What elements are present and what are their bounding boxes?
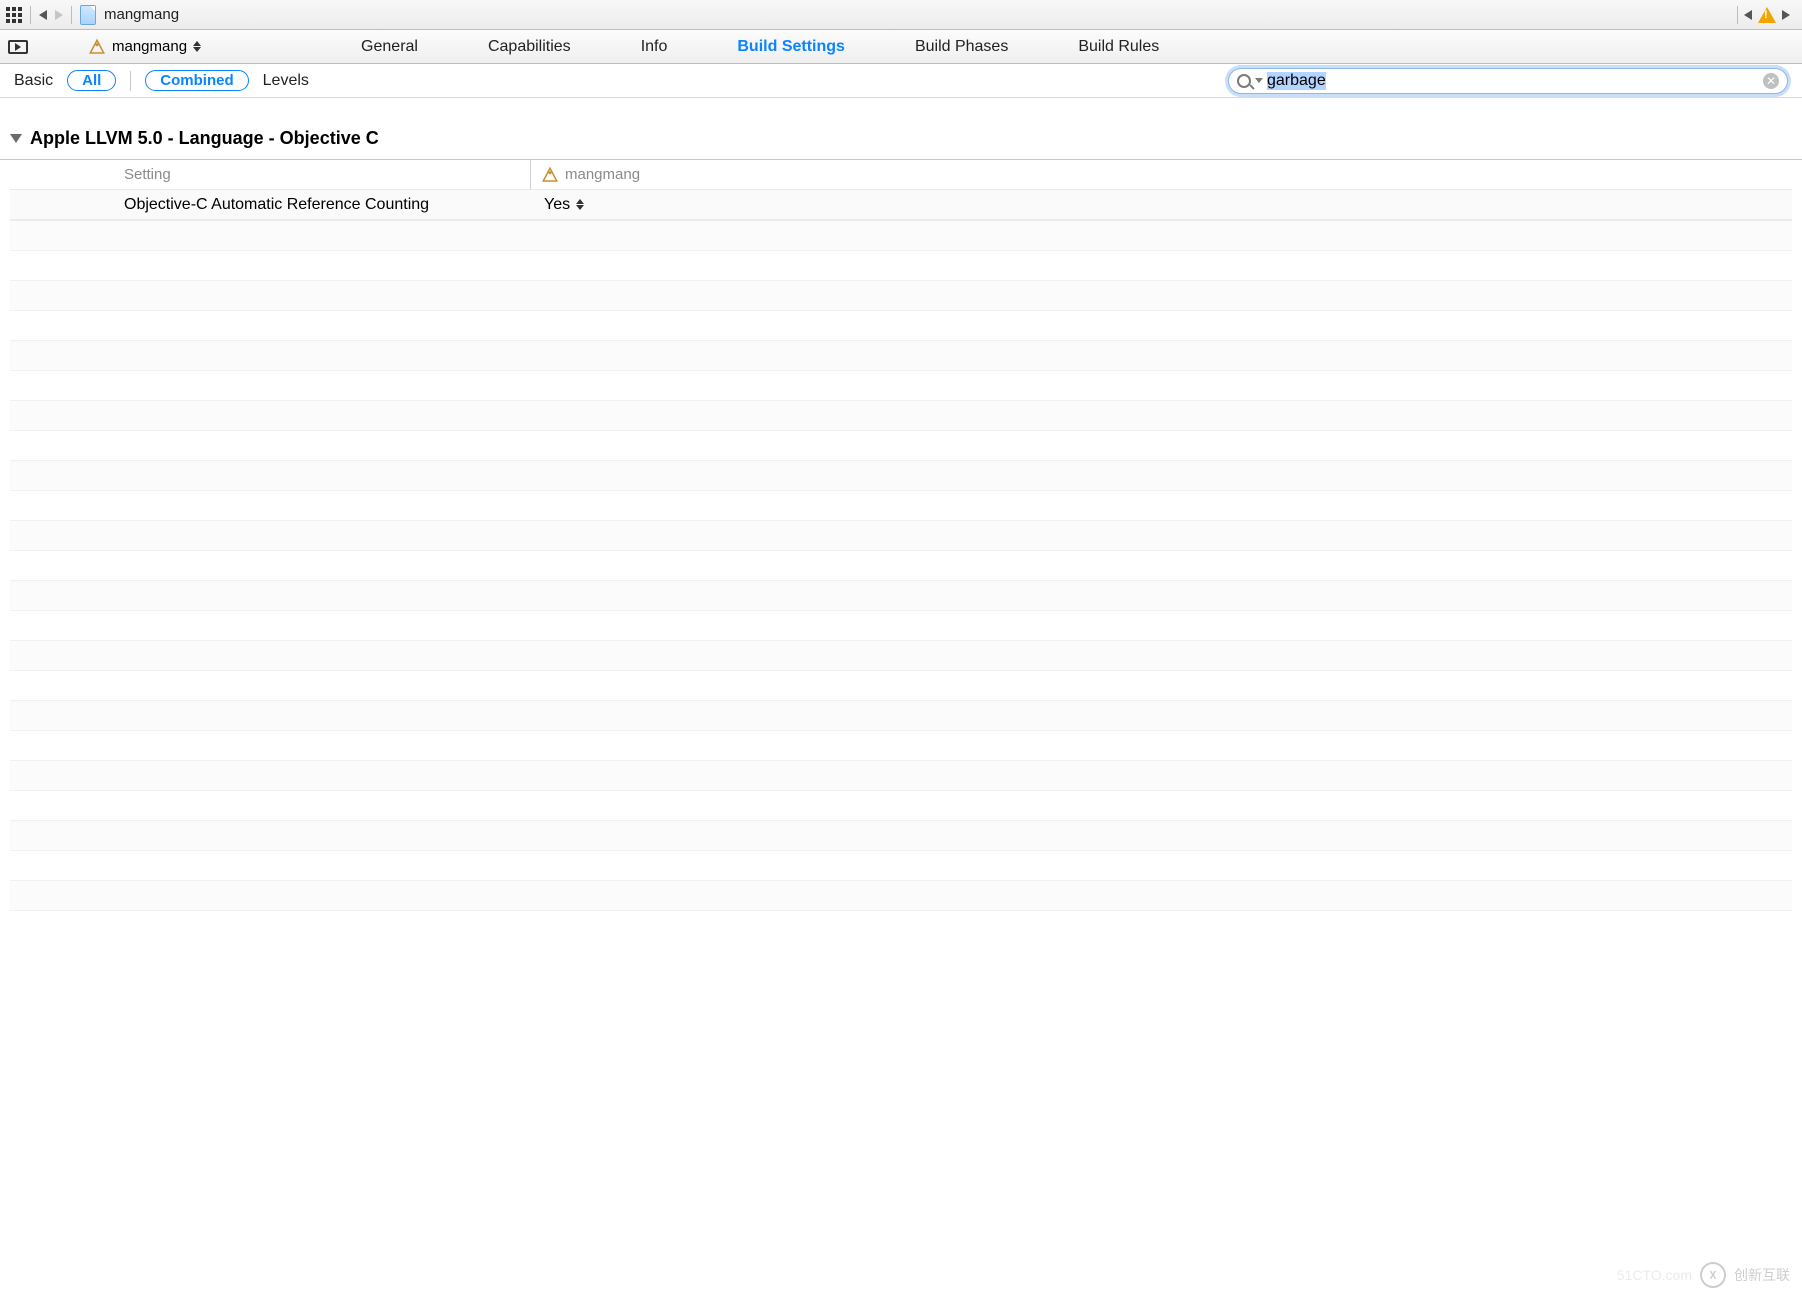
project-file-icon (80, 5, 96, 25)
empty-row (10, 641, 1792, 671)
related-items-icon[interactable] (6, 7, 22, 23)
tabs-group: General Capabilities Info Build Settings… (361, 34, 1159, 60)
target-icon[interactable] (8, 40, 28, 54)
filter-all[interactable]: All (67, 70, 116, 91)
empty-row (10, 791, 1792, 821)
filter-basic[interactable]: Basic (14, 72, 53, 90)
filter-levels[interactable]: Levels (263, 72, 309, 90)
empty-row (10, 491, 1792, 521)
empty-row (10, 371, 1792, 401)
separator (130, 71, 131, 91)
column-target-header: mangmang (530, 160, 640, 189)
target-selector[interactable]: mangmang (88, 38, 201, 56)
section-header[interactable]: Apple LLVM 5.0 - Language - Objective C (0, 128, 1802, 160)
setting-value-text: Yes (544, 196, 570, 214)
warning-icon[interactable] (1758, 7, 1776, 23)
separator (1737, 6, 1738, 24)
search-icon (1237, 74, 1251, 88)
filter-row: Basic All Combined Levels ✕ (0, 64, 1802, 98)
empty-row (10, 731, 1792, 761)
separator (30, 6, 31, 24)
search-menu-icon[interactable] (1255, 78, 1263, 83)
target-name: mangmang (112, 38, 187, 55)
columns-header: Setting mangmang (10, 160, 1792, 190)
empty-row (10, 551, 1792, 581)
updown-icon (193, 41, 201, 52)
watermark-text: 创新互联 (1734, 1265, 1790, 1285)
next-issue-icon[interactable] (1782, 10, 1790, 20)
nav-forward-icon[interactable] (55, 10, 63, 20)
empty-rows (10, 220, 1792, 911)
column-setting-header: Setting (10, 166, 530, 183)
empty-row (10, 671, 1792, 701)
empty-row (10, 881, 1792, 911)
app-icon (88, 38, 106, 56)
filter-combined[interactable]: Combined (145, 70, 248, 91)
breadcrumb-bar: mangmang (0, 0, 1802, 30)
tab-general[interactable]: General (361, 34, 418, 60)
search-field[interactable]: ✕ (1228, 68, 1788, 94)
column-target-name: mangmang (565, 166, 640, 183)
empty-row (10, 581, 1792, 611)
clear-search-icon[interactable]: ✕ (1763, 73, 1779, 89)
empty-row (10, 611, 1792, 641)
empty-row (10, 851, 1792, 881)
empty-row (10, 431, 1792, 461)
empty-row (10, 341, 1792, 371)
nav-back-icon[interactable] (39, 10, 47, 20)
setting-name: Objective-C Automatic Reference Counting (10, 196, 530, 214)
watermark-logo-icon: ☓ (1700, 1262, 1726, 1288)
breadcrumb-title[interactable]: mangmang (104, 6, 179, 23)
tab-build-rules[interactable]: Build Rules (1078, 34, 1159, 60)
tab-info[interactable]: Info (641, 34, 668, 60)
empty-row (10, 401, 1792, 431)
tab-build-phases[interactable]: Build Phases (915, 34, 1008, 60)
settings-section: Apple LLVM 5.0 - Language - Objective C … (0, 98, 1802, 911)
empty-row (10, 701, 1792, 731)
prev-issue-icon[interactable] (1744, 10, 1752, 20)
separator (71, 6, 72, 24)
disclosure-triangle-icon[interactable] (10, 134, 22, 143)
setting-row[interactable]: Objective-C Automatic Reference Counting… (10, 190, 1792, 220)
section-title: Apple LLVM 5.0 - Language - Objective C (30, 128, 379, 149)
empty-row (10, 821, 1792, 851)
empty-row (10, 251, 1792, 281)
updown-icon (576, 199, 584, 210)
empty-row (10, 461, 1792, 491)
empty-row (10, 761, 1792, 791)
tab-capabilities[interactable]: Capabilities (488, 34, 571, 60)
empty-row (10, 281, 1792, 311)
tab-build-settings[interactable]: Build Settings (737, 34, 845, 60)
watermark: 51CTO.com ☓ 创新互联 (1617, 1262, 1790, 1288)
search-input[interactable] (1267, 72, 1759, 90)
editor-tabs-row: mangmang General Capabilities Info Build… (0, 30, 1802, 64)
empty-row (10, 521, 1792, 551)
app-icon (541, 166, 559, 184)
empty-row (10, 311, 1792, 341)
setting-value[interactable]: Yes (530, 196, 584, 214)
empty-row (10, 221, 1792, 251)
watermark-faint: 51CTO.com (1617, 1267, 1692, 1283)
